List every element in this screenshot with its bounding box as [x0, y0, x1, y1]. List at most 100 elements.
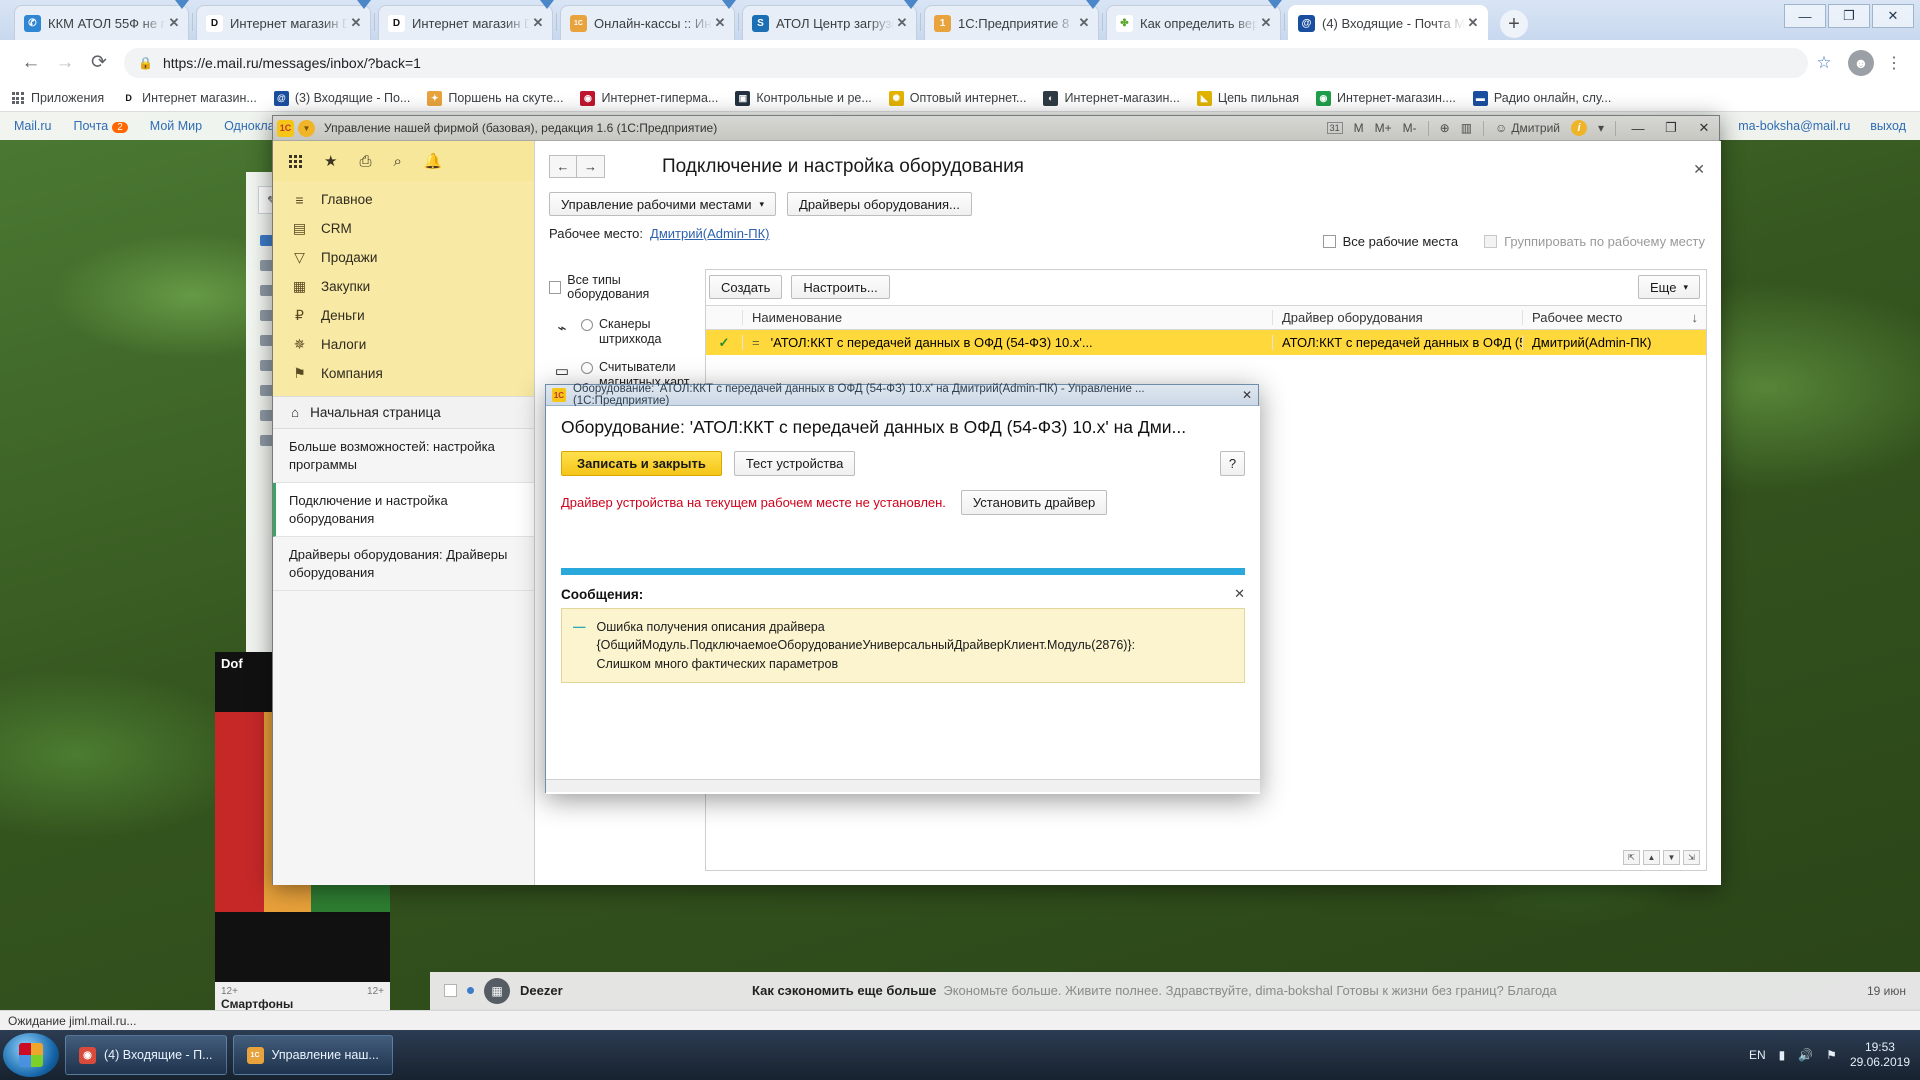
- sidebar-item-zakupki[interactable]: ▦ Закупки: [273, 272, 534, 301]
- tray-language[interactable]: EN: [1749, 1048, 1766, 1062]
- browser-menu-icon[interactable]: ⋮: [1882, 53, 1906, 73]
- column-name[interactable]: Наименование: [742, 310, 1272, 325]
- bookmark-apps[interactable]: Приложения: [10, 91, 104, 106]
- sidebar-item-home[interactable]: ⌂ Начальная страница: [273, 396, 534, 429]
- notifications-icon[interactable]: 🔔: [424, 152, 443, 170]
- reload-button[interactable]: ⟳: [82, 46, 116, 80]
- tab-close-icon[interactable]: ✕: [1258, 15, 1274, 31]
- chevron-down-icon[interactable]: ▾: [1598, 121, 1604, 135]
- network-icon[interactable]: ▮: [1779, 1048, 1786, 1062]
- tab-close-icon[interactable]: ✕: [166, 15, 182, 31]
- content-close-icon[interactable]: ✕: [1693, 161, 1705, 178]
- sidebar-link-equipment-drivers[interactable]: Драйверы оборудования: Драйверы оборудов…: [273, 537, 534, 592]
- bookmark-item[interactable]: ◣ Цепь пильная: [1196, 90, 1299, 106]
- sidebar-item-dengi[interactable]: ₽ Деньги: [273, 301, 534, 330]
- volume-icon[interactable]: 🔊: [1798, 1048, 1813, 1062]
- install-driver-button[interactable]: Установить драйвер: [960, 490, 1108, 515]
- content-back-button[interactable]: ←: [549, 155, 577, 178]
- sidebar-link-equipment-setup[interactable]: Подключение и настройка оборудования: [273, 483, 534, 538]
- tab-close-icon[interactable]: ✕: [712, 15, 728, 31]
- test-device-button[interactable]: Тест устройства: [733, 451, 856, 476]
- memory-mplus-button[interactable]: M+: [1375, 121, 1392, 135]
- tab-close-icon[interactable]: ✕: [1465, 15, 1481, 31]
- onec-maximize-button[interactable]: ❐: [1660, 120, 1682, 136]
- browser-tab-active[interactable]: @ (4) Входящие - Почта Mail. ✕: [1288, 5, 1488, 40]
- radio-button[interactable]: [581, 361, 593, 374]
- radio-button[interactable]: [581, 319, 593, 331]
- onec-menu-caret-icon[interactable]: ▼: [298, 119, 315, 137]
- browser-tab[interactable]: 1C Онлайн-кассы :: Инструкц ✕: [560, 5, 735, 40]
- address-bar[interactable]: 🔒 https://e.mail.ru/messages/inbox/?back…: [124, 47, 1808, 78]
- mail-account[interactable]: ma-boksha@mail.ru: [1738, 119, 1850, 133]
- back-button[interactable]: ←: [14, 46, 48, 80]
- workplace-value-link[interactable]: Дмитрий(Admin-ПК): [650, 226, 769, 241]
- mail-nav-pochta[interactable]: Почта 2: [74, 119, 128, 133]
- panels-icon[interactable]: ▥: [1461, 121, 1472, 135]
- content-forward-button[interactable]: →: [577, 155, 605, 178]
- browser-tab[interactable]: S АТОЛ Центр загрузки ✕: [742, 5, 917, 40]
- favorites-star-icon[interactable]: ★: [324, 152, 337, 170]
- bookmark-item[interactable]: D Интернет магазин...: [121, 90, 257, 106]
- start-button[interactable]: [3, 1033, 59, 1077]
- all-workplaces-checkbox[interactable]: Все рабочие места: [1322, 234, 1458, 249]
- help-button[interactable]: ?: [1220, 451, 1245, 476]
- mail-nav-mailru[interactable]: Mail.ru: [14, 119, 52, 133]
- calendar-icon[interactable]: 31: [1326, 122, 1343, 134]
- tab-close-icon[interactable]: ✕: [894, 15, 910, 31]
- window-close-button[interactable]: ✕: [1872, 4, 1914, 28]
- table-last-button[interactable]: ⇲: [1683, 850, 1700, 865]
- manage-workplaces-button[interactable]: Управление рабочими местами ▾: [549, 192, 777, 216]
- mail-nav-moymir[interactable]: Мой Мир: [150, 119, 202, 133]
- table-up-button[interactable]: ▲: [1643, 850, 1660, 865]
- create-button[interactable]: Создать: [709, 275, 783, 299]
- collapse-icon[interactable]: —: [573, 618, 586, 673]
- table-first-button[interactable]: ⇱: [1623, 850, 1640, 865]
- bookmark-item[interactable]: ◐ Интернет-магазин...: [1043, 90, 1180, 106]
- bookmark-item[interactable]: ◉ Интернет-гиперма...: [580, 90, 718, 106]
- table-row[interactable]: ✓ = 'АТОЛ:ККТ с передачей данных в ОФД (…: [706, 330, 1706, 355]
- bookmark-item[interactable]: ✦ Поршень на скуте...: [427, 90, 563, 106]
- tab-close-icon[interactable]: ✕: [1076, 15, 1092, 31]
- tab-close-icon[interactable]: ✕: [348, 15, 364, 31]
- sidebar-link-more-options[interactable]: Больше возможностей: настройка программы: [273, 429, 534, 484]
- bookmark-item[interactable]: ▣ Контрольные и ре...: [735, 90, 872, 106]
- bookmark-item[interactable]: ▬ Радио онлайн, слу...: [1472, 90, 1611, 106]
- tab-close-icon[interactable]: ✕: [530, 15, 546, 31]
- mail-logout[interactable]: выход: [1870, 119, 1906, 133]
- configure-button[interactable]: Настроить...: [791, 275, 890, 299]
- browser-tab[interactable]: D Интернет магазин Dyadko ✕: [378, 5, 553, 40]
- browser-tab[interactable]: ✆ ККМ АТОЛ 55Ф не подклю ✕: [14, 5, 189, 40]
- onec-title-bar[interactable]: 1C ▼ Управление нашей фирмой (базовая), …: [273, 116, 1719, 141]
- forward-button[interactable]: →: [48, 46, 82, 80]
- row-checkbox[interactable]: [444, 984, 457, 997]
- sidebar-item-kompaniya[interactable]: ⚑ Компания: [273, 359, 534, 388]
- column-driver[interactable]: Драйвер оборудования: [1272, 310, 1522, 325]
- all-equipment-types-checkbox[interactable]: Все типы оборудования: [549, 269, 697, 311]
- bookmark-star-icon[interactable]: ☆: [1808, 53, 1840, 73]
- table-down-button[interactable]: ▼: [1663, 850, 1680, 865]
- shield-icon[interactable]: ⚑: [1826, 1048, 1837, 1062]
- bookmark-item[interactable]: @ (3) Входящие - По...: [273, 90, 410, 106]
- dialog-title-bar[interactable]: 1C Оборудование: 'АТОЛ:ККТ с передачей д…: [546, 383, 1258, 407]
- equipment-drivers-button[interactable]: Драйверы оборудования...: [787, 192, 972, 216]
- memory-m-button[interactable]: M: [1354, 121, 1364, 135]
- mail-list-item[interactable]: ▦ Deezer Как сэкономить еще больше Эконом…: [430, 972, 1920, 1010]
- profile-avatar-icon[interactable]: ☻: [1848, 49, 1874, 76]
- memory-mminus-button[interactable]: M-: [1403, 121, 1417, 135]
- column-workplace[interactable]: Рабочее место ↓: [1522, 310, 1706, 325]
- messages-close-icon[interactable]: ✕: [1234, 586, 1245, 602]
- browser-tab[interactable]: 1 1С:Предприятие 8 ✕: [924, 5, 1099, 40]
- tray-clock[interactable]: 19:53 29.06.2019: [1850, 1040, 1910, 1070]
- taskbar-item-chrome[interactable]: ◉ (4) Входящие - П...: [65, 1035, 227, 1075]
- window-minimize-button[interactable]: —: [1784, 4, 1826, 28]
- sidebar-item-crm[interactable]: ▤ CRM: [273, 214, 534, 243]
- sidebar-item-glavnoe[interactable]: ≡ Главное: [273, 185, 534, 214]
- save-and-close-button[interactable]: Записать и закрыть: [561, 451, 722, 476]
- search-icon[interactable]: ⌕: [393, 153, 401, 170]
- sidebar-item-prodazhi[interactable]: ▽ Продажи: [273, 243, 534, 272]
- browser-tab[interactable]: ✤ Как определить версию Ф ✕: [1106, 5, 1281, 40]
- bookmark-item[interactable]: ◉ Интернет-магазин....: [1315, 90, 1456, 106]
- onec-minimize-button[interactable]: —: [1627, 121, 1649, 136]
- browser-tab[interactable]: D Интернет магазин Dyadko ✕: [196, 5, 371, 40]
- taskbar-item-onec[interactable]: 1C Управление наш...: [232, 1035, 393, 1075]
